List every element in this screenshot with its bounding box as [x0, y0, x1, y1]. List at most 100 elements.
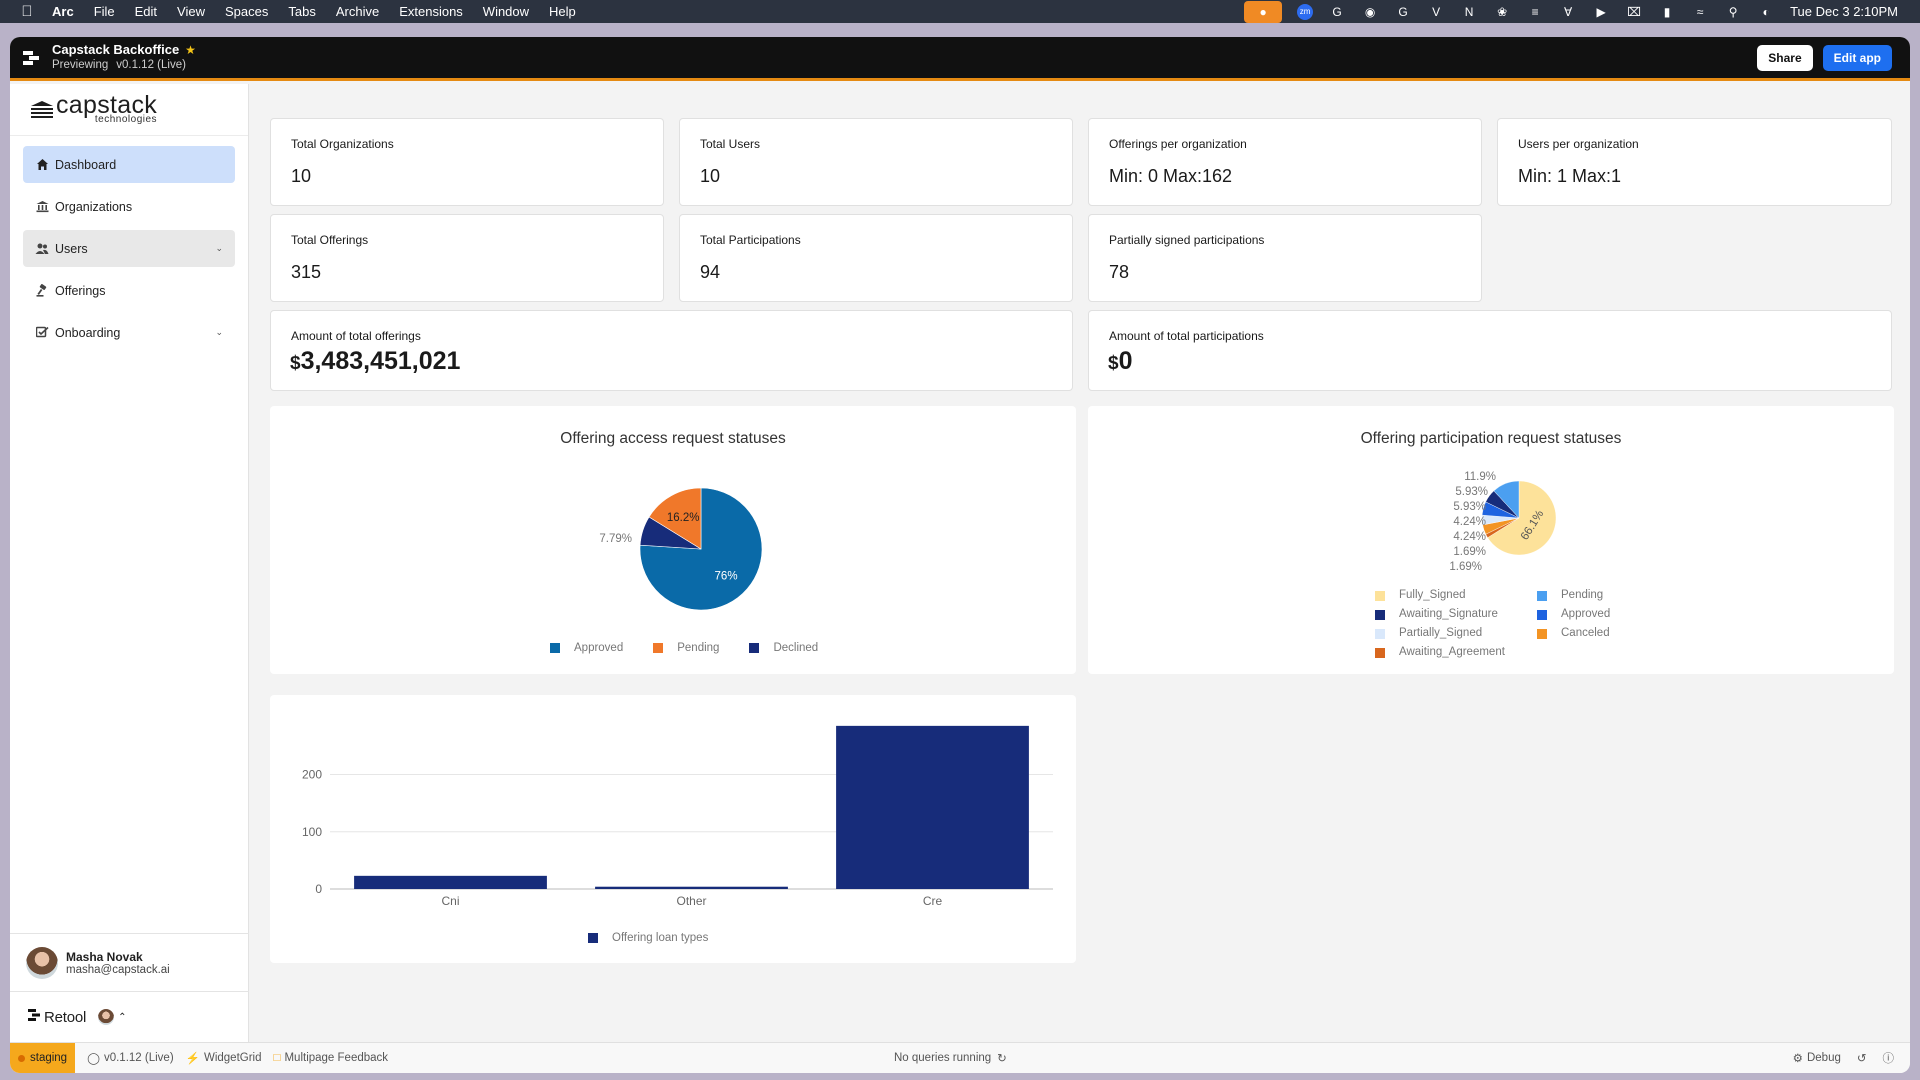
- legend-label[interactable]: Approved: [1561, 605, 1610, 624]
- pie-label: 5.93%: [1455, 486, 1488, 498]
- y-tick-label: 200: [302, 768, 322, 782]
- sidebar-item-users[interactable]: Users ⌄: [23, 230, 235, 267]
- query-status-label: No queries running: [894, 1052, 992, 1064]
- star-icon[interactable]: ★: [185, 43, 196, 57]
- x-box-icon[interactable]: ⌧: [1625, 4, 1643, 20]
- legend-label[interactable]: Pending: [1561, 586, 1603, 605]
- help-icon[interactable]: ⓘ: [1883, 1050, 1895, 1066]
- sidebar-item-offerings[interactable]: Offerings: [23, 272, 235, 309]
- retool-logo-icon: [28, 1008, 40, 1026]
- menu-edit[interactable]: Edit: [135, 4, 157, 19]
- stat-label: Total Users: [700, 137, 761, 151]
- pie-label: 11.9%: [1464, 471, 1496, 483]
- chevron-down-icon[interactable]: ⌄: [215, 243, 223, 254]
- copilot-icon[interactable]: ◉: [1361, 4, 1379, 20]
- share-button[interactable]: Share: [1757, 44, 1813, 71]
- legend-label[interactable]: Approved: [574, 642, 623, 654]
- app-version[interactable]: v0.1.12 (Live): [116, 59, 186, 71]
- bar-cni[interactable]: [354, 875, 547, 889]
- chevron-down-icon[interactable]: ⌄: [215, 327, 223, 338]
- antenna-icon[interactable]: ∀: [1559, 4, 1577, 20]
- env-dot-icon: [18, 1054, 25, 1062]
- control-center-icon[interactable]: ◐: [1757, 4, 1775, 20]
- chart-access-requests: Offering access request statuses 76% 7.79…: [270, 406, 1076, 674]
- capstack-logo-icon: [31, 100, 53, 118]
- history-icon[interactable]: ↺: [1857, 1051, 1867, 1065]
- openai-icon[interactable]: ❀: [1493, 4, 1511, 20]
- sidebar-item-organizations[interactable]: Organizations: [23, 188, 235, 225]
- stat-value: $0: [1108, 347, 1132, 376]
- bug-icon: ⚙: [1792, 1053, 1803, 1065]
- menu-archive[interactable]: Archive: [336, 4, 379, 19]
- wifi-icon[interactable]: ≈: [1691, 4, 1709, 20]
- menu-help[interactable]: Help: [549, 4, 576, 19]
- apple-icon[interactable]: : [18, 3, 36, 20]
- menu-file[interactable]: File: [94, 4, 115, 19]
- legend-swatch: [1375, 590, 1385, 601]
- feedback-item[interactable]: □ Multipage Feedback: [274, 1052, 389, 1064]
- legend-label[interactable]: Awaiting_Signature: [1399, 605, 1498, 624]
- avatar[interactable]: [98, 1009, 115, 1025]
- chart-loan-types: 0 100 200 Cni Other Cre Offering loan types: [270, 695, 1076, 963]
- pie-label: 4.24%: [1453, 516, 1486, 528]
- microphone-icon[interactable]: ●: [1244, 0, 1283, 23]
- users-icon: [35, 242, 49, 256]
- stat-label: Offerings per organization: [1109, 137, 1247, 151]
- menu-tabs[interactable]: Tabs: [288, 4, 315, 19]
- refresh-icon[interactable]: ↻: [997, 1051, 1007, 1065]
- pie-label: 5.93%: [1453, 501, 1486, 513]
- menu-view[interactable]: View: [177, 4, 205, 19]
- legend-label[interactable]: Offering loan types: [612, 932, 708, 944]
- legend-swatch: [1375, 609, 1385, 620]
- bars-icon[interactable]: ≡: [1526, 4, 1544, 20]
- avatar: [26, 946, 58, 979]
- sidebar-item-onboarding[interactable]: Onboarding ⌄: [23, 314, 235, 351]
- stat-value: 315: [291, 262, 322, 282]
- battery-icon[interactable]: ▮: [1658, 4, 1676, 20]
- environment-badge[interactable]: staging: [10, 1043, 76, 1073]
- search-icon[interactable]: ⚲: [1724, 4, 1742, 20]
- menu-app-name[interactable]: Arc: [52, 4, 74, 19]
- grammarly-icon[interactable]: G: [1328, 4, 1346, 20]
- sidebar-item-dashboard[interactable]: Dashboard: [23, 146, 235, 183]
- version-tag[interactable]: ◯ v0.1.12 (Live): [87, 1051, 174, 1065]
- edit-app-button[interactable]: Edit app: [1822, 44, 1892, 71]
- legend-label[interactable]: Declined: [773, 642, 818, 654]
- legend-swatch: [588, 933, 598, 943]
- notion-icon[interactable]: N: [1460, 4, 1478, 20]
- retool-brand[interactable]: Retool: [44, 1009, 86, 1026]
- legend-label[interactable]: Fully_Signed: [1399, 586, 1465, 605]
- legend-label[interactable]: Awaiting_Agreement: [1399, 643, 1505, 662]
- widget-grid-item[interactable]: ⚡ WidgetGrid: [186, 1051, 262, 1065]
- sidebar-item-label: Organizations: [55, 199, 133, 214]
- legend-swatch: [1537, 590, 1547, 601]
- stat-value: 78: [1109, 262, 1130, 282]
- debug-button[interactable]: ⚙ Debug: [1793, 1051, 1841, 1065]
- menubar-clock[interactable]: Tue Dec 3 2:10PM: [1790, 4, 1898, 19]
- menu-spaces[interactable]: Spaces: [225, 4, 268, 19]
- v-extension-icon[interactable]: V: [1427, 4, 1445, 20]
- user-email: masha@capstack.ai: [66, 963, 170, 976]
- sidebar-item-label: Users: [55, 241, 88, 256]
- menu-extensions[interactable]: Extensions: [399, 4, 463, 19]
- stat-label: Total Participations: [700, 233, 801, 247]
- legend-label[interactable]: Canceled: [1561, 624, 1610, 643]
- current-user[interactable]: Masha Novak masha@capstack.ai: [10, 933, 249, 991]
- capstack-logo[interactable]: capstack technologies: [10, 84, 248, 136]
- brand-name: capstack: [56, 91, 158, 119]
- chevron-up-icon[interactable]: ⌃: [118, 1012, 126, 1023]
- bar-cre[interactable]: [836, 725, 1029, 889]
- legend-label[interactable]: Pending: [677, 642, 719, 654]
- app-header: Capstack Backoffice ★ Previewing v0.1.12 (…: [10, 37, 1910, 81]
- currency-symbol: $: [1108, 353, 1119, 374]
- menu-window[interactable]: Window: [483, 4, 529, 19]
- bar-other[interactable]: [595, 886, 788, 889]
- pie-label: 4.24%: [1453, 531, 1486, 543]
- play-icon[interactable]: ▶: [1592, 4, 1610, 20]
- tag-icon: ◯: [87, 1053, 100, 1065]
- g-extension-icon[interactable]: G: [1394, 4, 1412, 20]
- env-label: staging: [30, 1052, 68, 1064]
- zoom-icon[interactable]: zm: [1297, 3, 1314, 20]
- stat-card-total-offerings: Total Offerings 315: [270, 214, 664, 302]
- legend-label[interactable]: Partially_Signed: [1399, 624, 1482, 643]
